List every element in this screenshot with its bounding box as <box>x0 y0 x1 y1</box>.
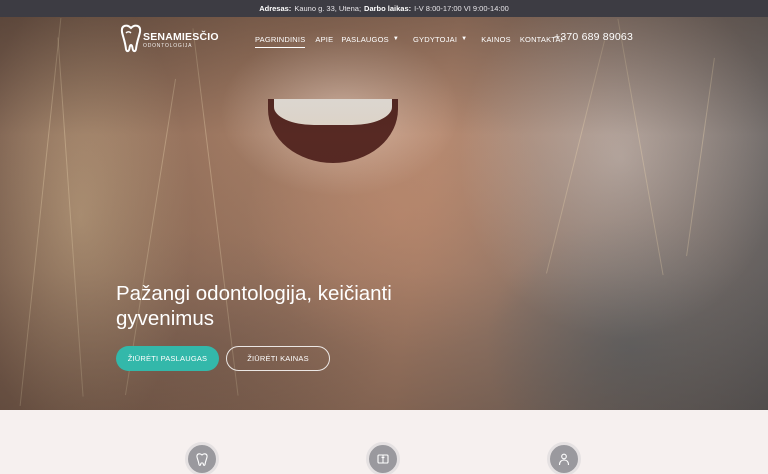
nav-item-label: APIE <box>315 34 334 44</box>
nav-item-pagrindinis[interactable]: PAGRINDINIS <box>255 34 306 48</box>
dropdown-caret-icon: ▼ <box>392 36 399 42</box>
hero-headline-line2: gyvenimus <box>116 306 214 330</box>
tooth-icon <box>185 442 219 474</box>
view-prices-button[interactable]: ŽIŪRĖTI KAINAS <box>226 346 330 371</box>
tooth-logo-icon <box>120 24 142 53</box>
hero-image <box>0 17 768 410</box>
book-icon <box>366 442 400 474</box>
hours-value: I-V 8:00-17:00 VI 9:00-14:00 <box>414 4 509 13</box>
view-services-button[interactable]: ŽIŪRĖTI PASLAUGAS <box>116 346 219 371</box>
nav-item-label: GYDYTOJAI <box>412 34 458 44</box>
hours-label: Darbo laikas: <box>364 4 412 13</box>
brand-tagline: ODONTOLOGIJA <box>143 43 193 49</box>
hero-headline-line1: Pažangi odontologija, keičianti <box>116 282 392 305</box>
nav-item-gydytojai[interactable]: GYDYTOJAI ▼ <box>413 35 467 44</box>
dropdown-caret-icon: ▼ <box>461 36 468 42</box>
doctor-icon <box>547 442 581 474</box>
nav-item-kainos[interactable]: KAINOS <box>481 35 511 44</box>
address-label: Adresas: <box>259 4 292 13</box>
phone-link[interactable]: +370 689 89063 <box>554 31 633 43</box>
nav-item-label: PASLAUGOS <box>341 34 389 44</box>
nav-item-label: PAGRINDINIS <box>255 34 306 44</box>
nav-menu: PAGRINDINIS APIE PASLAUGOS ▼ GYDYTOJAI ▼… <box>255 31 563 48</box>
address-value: Kauno g. 33, Utena; <box>294 4 362 13</box>
main-navigation: SENAMIESČIO ODONTOLOGIJA PAGRINDINIS API… <box>0 17 768 62</box>
site-logo[interactable]: SENAMIESČIO ODONTOLOGIJA <box>120 21 220 57</box>
top-info-bar: Adresas: Kauno g. 33, Utena; Darbo laika… <box>0 0 768 17</box>
nav-item-apie[interactable]: APIE <box>315 35 333 44</box>
brand-name: SENAMIESČIO <box>143 31 219 43</box>
hero-headline: Pažangi odontologija, keičianti gyvenimu… <box>116 282 456 331</box>
nav-item-paslaugos[interactable]: PASLAUGOS ▼ <box>341 35 399 44</box>
nav-item-label: KAINOS <box>481 34 511 44</box>
